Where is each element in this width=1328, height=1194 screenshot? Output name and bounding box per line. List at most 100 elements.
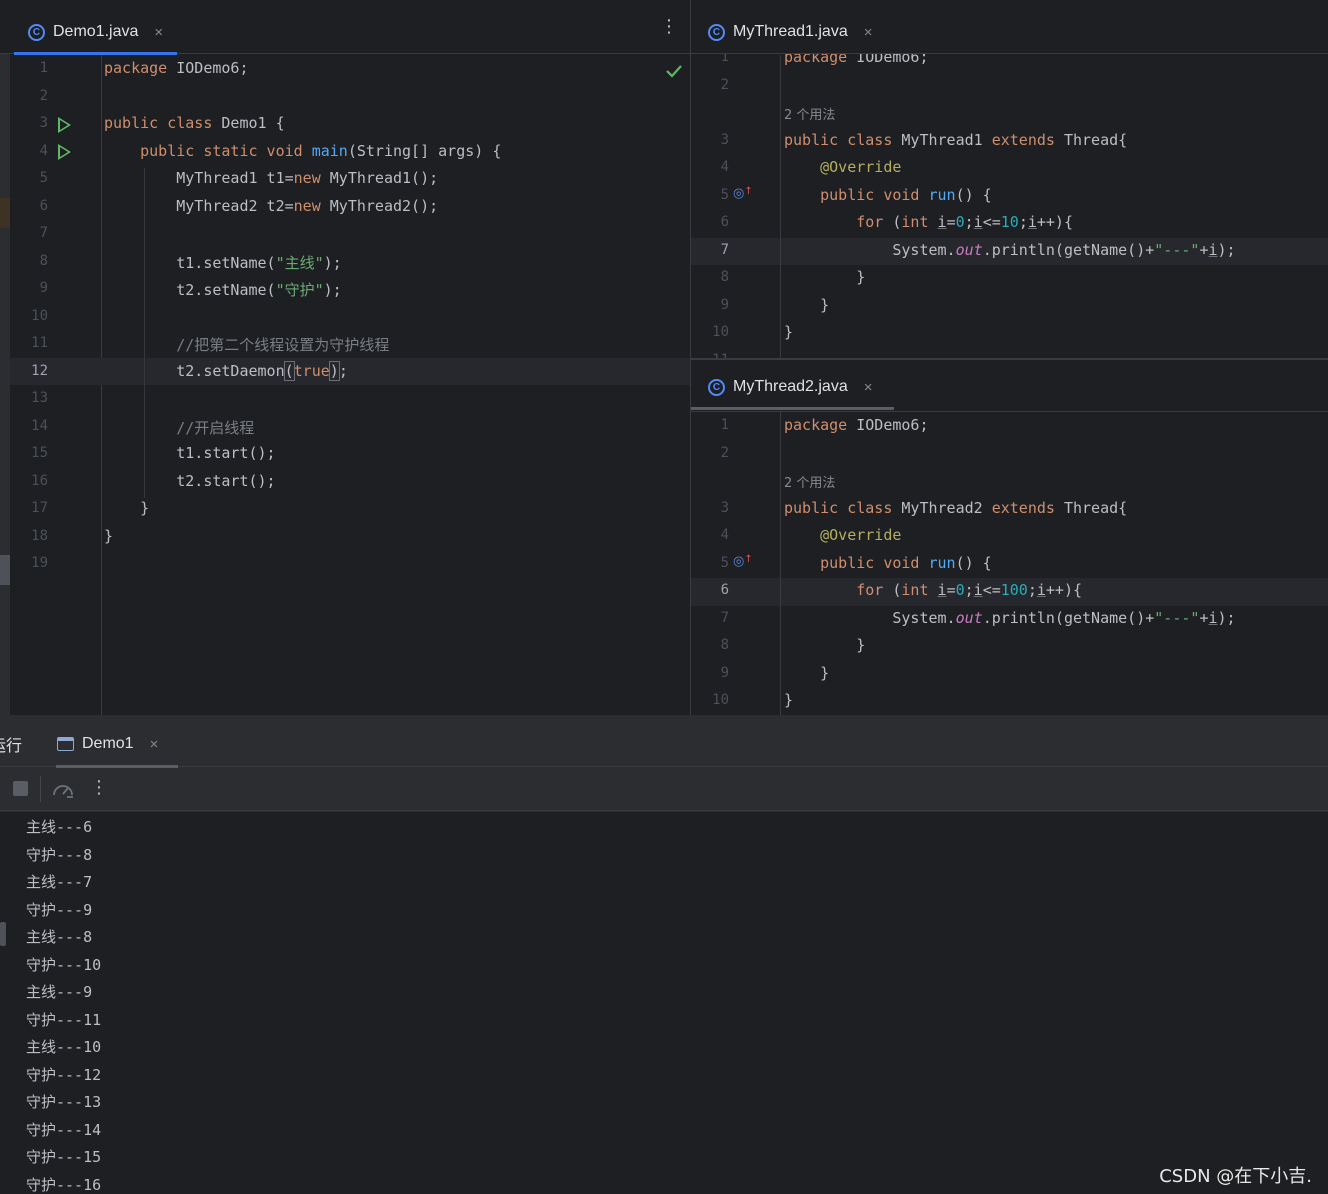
line-number: 1 <box>720 417 729 433</box>
line-number: 18 <box>31 527 48 544</box>
code-line[interactable]: } <box>784 323 793 341</box>
code-line[interactable]: System.out.println(getName()+"---"+i); <box>784 609 1235 627</box>
line-number: 6 <box>720 214 729 230</box>
line-number: 16 <box>31 472 48 489</box>
code-line[interactable]: MyThread1 t1=new MyThread1(); <box>104 169 438 187</box>
code-line[interactable]: for (int i=0;i<=100;i++){ <box>784 581 1082 599</box>
line-number: 3 <box>720 131 729 148</box>
tab-mythread1-java[interactable]: C MyThread1.java × <box>708 10 872 54</box>
line-number: 12 <box>31 362 48 379</box>
tab-run-demo1[interactable]: Demo1 × <box>56 721 179 768</box>
stop-icon[interactable] <box>13 781 28 796</box>
code-line[interactable]: MyThread2 t2=new MyThread2(); <box>104 197 438 215</box>
line-number: 4 <box>39 142 48 159</box>
watermark: CSDN @在下小吉. <box>1159 1166 1312 1187</box>
code-line[interactable]: } <box>784 691 793 709</box>
console-line: 守护---12 <box>26 1065 102 1084</box>
run-toolbar: ⋮ <box>0 768 1328 811</box>
code-line[interactable]: package IODemo6; <box>104 59 249 77</box>
line-number: 19 <box>31 555 48 571</box>
performance-icon[interactable] <box>51 779 75 801</box>
override-icon[interactable]: ◎↑ <box>733 554 753 569</box>
code-line[interactable]: } <box>104 527 113 545</box>
line-number: 6 <box>720 582 729 598</box>
console-line: 主线---8 <box>26 928 93 946</box>
line-number: 2 <box>720 444 729 461</box>
check-icon <box>666 65 682 78</box>
tab-label: MyThread1.java <box>733 23 848 40</box>
toolbar-separator <box>40 776 41 802</box>
line-number: 3 <box>39 115 48 131</box>
line-number: 9 <box>720 296 729 313</box>
usage-hint[interactable]: 2 个用法 <box>784 104 835 123</box>
code-line[interactable]: } <box>784 636 865 654</box>
gutter-separator <box>780 55 781 358</box>
code-line[interactable]: t2.setDaemon(true); <box>104 360 348 381</box>
console-line: 主线---7 <box>26 873 93 891</box>
override-icon[interactable]: ◎↑ <box>733 186 753 201</box>
close-icon[interactable]: × <box>154 24 163 41</box>
line-number: 15 <box>31 445 48 461</box>
code-line[interactable]: t1.start(); <box>104 444 275 462</box>
line-number: 8 <box>720 269 729 285</box>
code-line[interactable]: public static void main(String[] args) { <box>104 142 501 160</box>
code-line[interactable]: } <box>784 296 829 314</box>
close-icon[interactable]: × <box>864 379 873 396</box>
line-number: 9 <box>720 664 729 681</box>
code-line[interactable]: } <box>784 268 865 286</box>
class-icon: C <box>708 23 725 41</box>
code-line[interactable]: public class MyThread2 extends Thread{ <box>784 499 1127 517</box>
console-line: 主线---6 <box>26 818 93 836</box>
code-line[interactable]: t2.start(); <box>104 472 275 490</box>
code-line[interactable]: @Override <box>784 526 901 544</box>
gutter-separator <box>101 55 102 715</box>
line-number: 10 <box>31 307 48 324</box>
console-line: 守护---15 <box>26 1148 102 1166</box>
editor-mythread1: 1 package IODemo6; 2 2 个用法 3 public class MyT… <box>691 0 1328 358</box>
code-line[interactable]: t2.setName("守护"); <box>104 279 341 300</box>
code-line[interactable]: //把第二个线程设置为守护线程 <box>104 334 389 355</box>
run-panel-title: 运行 <box>0 736 23 755</box>
close-icon[interactable]: × <box>150 736 159 753</box>
tab-mythread2-java[interactable]: C MyThread2.java × <box>691 365 895 410</box>
side-marker <box>0 922 6 946</box>
console-output[interactable]: 主线---6 守护---8 主线---7 守护---9 主线---8 守护---10 主线-… <box>0 812 1328 1194</box>
code-line[interactable]: } <box>104 499 149 517</box>
tab-bar-right-top: C MyThread1.java × <box>691 0 1328 54</box>
code-line[interactable]: @Override <box>784 158 901 176</box>
run-tab-bar: 运行 Demo1 × <box>0 715 1328 768</box>
console-line: 守护---13 <box>26 1093 102 1111</box>
more-options-icon[interactable]: ⋮ <box>660 16 678 37</box>
tab-demo1-java[interactable]: C Demo1.java × <box>14 10 178 55</box>
line-number: 11 <box>31 335 48 351</box>
code-line[interactable]: public void run() { <box>784 554 992 572</box>
usage-hint[interactable]: 2 个用法 <box>784 472 835 491</box>
run-main-icon[interactable] <box>58 144 71 160</box>
code-line[interactable]: } <box>784 664 829 682</box>
run-class-icon[interactable] <box>58 117 71 133</box>
console-line: 主线---10 <box>26 1038 102 1056</box>
code-line[interactable]: package IODemo6; <box>784 416 929 434</box>
tab-label: MyThread2.java <box>733 378 848 395</box>
line-number: 14 <box>31 417 48 434</box>
line-number: 7 <box>39 225 48 241</box>
console-icon <box>57 737 74 751</box>
code-line[interactable]: System.out.println(getName()+"---"+i); <box>784 241 1235 259</box>
code-line[interactable]: public class MyThread1 extends Thread{ <box>784 131 1127 149</box>
editor-mythread2: C MyThread2.java × 1 package IODemo6; 2 2 个… <box>691 360 1328 715</box>
scrollbar-thumb[interactable] <box>0 555 10 585</box>
code-line[interactable]: public class Demo1 { <box>104 114 285 132</box>
line-number: 9 <box>39 280 48 296</box>
close-icon[interactable]: × <box>864 24 873 41</box>
line-number: 7 <box>720 609 729 626</box>
console-line: 守护---8 <box>26 845 93 864</box>
code-line[interactable]: public void run() { <box>784 186 992 204</box>
editor-demo1: C Demo1.java × ⋮ 1 package IODemo6; 2 3 publ… <box>0 0 690 715</box>
more-options-icon[interactable]: ⋮ <box>90 777 108 798</box>
code-line[interactable]: for (int i=0;i<=10;i++){ <box>784 213 1073 231</box>
console-line: 守护---10 <box>26 955 102 974</box>
code-line[interactable]: t1.setName("主线"); <box>104 252 341 273</box>
code-line[interactable]: //开启线程 <box>104 417 254 438</box>
active-tab-indicator <box>14 52 178 55</box>
line-number: 6 <box>39 197 48 214</box>
